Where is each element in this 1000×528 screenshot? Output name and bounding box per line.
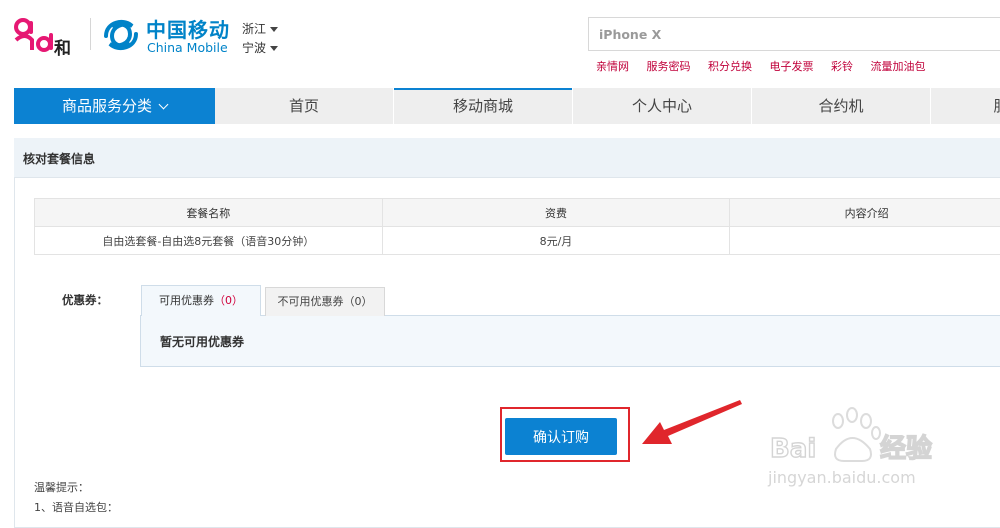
package-fee-cell: 8元/月 (382, 227, 730, 255)
col-header-fee: 资费 (382, 199, 730, 227)
package-table: 套餐名称 资费 内容介绍 自由选套餐-自由选8元套餐（语音30分钟） 8元/月 (34, 198, 1000, 255)
package-description-cell (730, 227, 1000, 255)
chevron-down-icon (159, 100, 169, 110)
tips-line-1: 1、语音自选包： (34, 499, 118, 515)
china-mobile-en: China Mobile (147, 40, 228, 55)
table-row: 自由选套餐-自由选8元套餐（语音30分钟） 8元/月 (35, 227, 1000, 255)
tab-available-label: 可用优惠券 (159, 294, 214, 307)
nav-service[interactable]: 服 (931, 88, 1000, 124)
quick-link-service-password[interactable]: 服务密码 (647, 60, 691, 73)
package-name-cell: 自由选套餐-自由选8元套餐（语音30分钟） (35, 227, 383, 255)
tips-title: 温馨提示： (34, 479, 89, 495)
province-selector[interactable]: 浙江 (242, 20, 278, 37)
quick-link-ringtone[interactable]: 彩铃 (831, 60, 853, 73)
nav-home[interactable]: 首页 (215, 88, 393, 124)
quick-link-points-exchange[interactable]: 积分兑换 (708, 60, 752, 73)
china-mobile-logo-icon (102, 16, 140, 54)
svg-text:经验: 经验 (880, 433, 932, 464)
coupon-label: 优惠券： (62, 292, 108, 308)
annotation-arrow-icon (636, 396, 746, 452)
col-header-package-name: 套餐名称 (35, 199, 383, 227)
svg-text:Bai: Bai (770, 434, 816, 464)
col-header-description: 内容介绍 (730, 199, 1000, 227)
search-input[interactable] (588, 17, 1000, 51)
panel-title: 核对套餐信息 (23, 150, 95, 167)
quick-links: 亲情网 服务密码 积分兑换 电子发票 彩铃 流量加油包 (596, 58, 940, 74)
nav-category-label: 商品服务分类 (62, 97, 152, 115)
main-nav: 商品服务分类 首页 移动商城 个人中心 合约机 服 (14, 88, 1000, 124)
nav-contract-phone[interactable]: 合约机 (752, 88, 930, 124)
panel-header (14, 138, 1000, 178)
coupon-content-box (140, 315, 1000, 367)
logo-divider (90, 18, 91, 50)
province-label: 浙江 (242, 22, 266, 36)
quick-link-e-invoice[interactable]: 电子发票 (770, 60, 814, 73)
caret-down-icon (270, 46, 278, 51)
city-label: 宁波 (242, 41, 266, 55)
confirm-order-button[interactable]: 确认订购 (505, 418, 617, 455)
tab-unavailable-coupons[interactable]: 不可用优惠券（0） (265, 287, 385, 316)
china-mobile-cn: 中国移动 (146, 14, 230, 43)
tab-available-coupons[interactable]: 可用优惠券（0） (141, 285, 261, 316)
watermark-url: jingyan.baidu.com (768, 468, 916, 487)
city-selector[interactable]: 宁波 (242, 39, 278, 56)
coupon-empty-text: 暂无可用优惠券 (160, 333, 244, 350)
quick-link-family-net[interactable]: 亲情网 (596, 60, 629, 73)
he-brand-text: 和 (54, 34, 71, 59)
tab-available-count: （0） (214, 294, 243, 307)
nav-personal-center[interactable]: 个人中心 (573, 88, 751, 124)
nav-category-menu[interactable]: 商品服务分类 (14, 88, 215, 124)
quick-link-data-addon[interactable]: 流量加油包 (871, 60, 926, 73)
caret-down-icon (270, 27, 278, 32)
table-header-row: 套餐名称 资费 内容介绍 (35, 199, 1000, 227)
nav-mall[interactable]: 移动商城 (394, 88, 572, 124)
